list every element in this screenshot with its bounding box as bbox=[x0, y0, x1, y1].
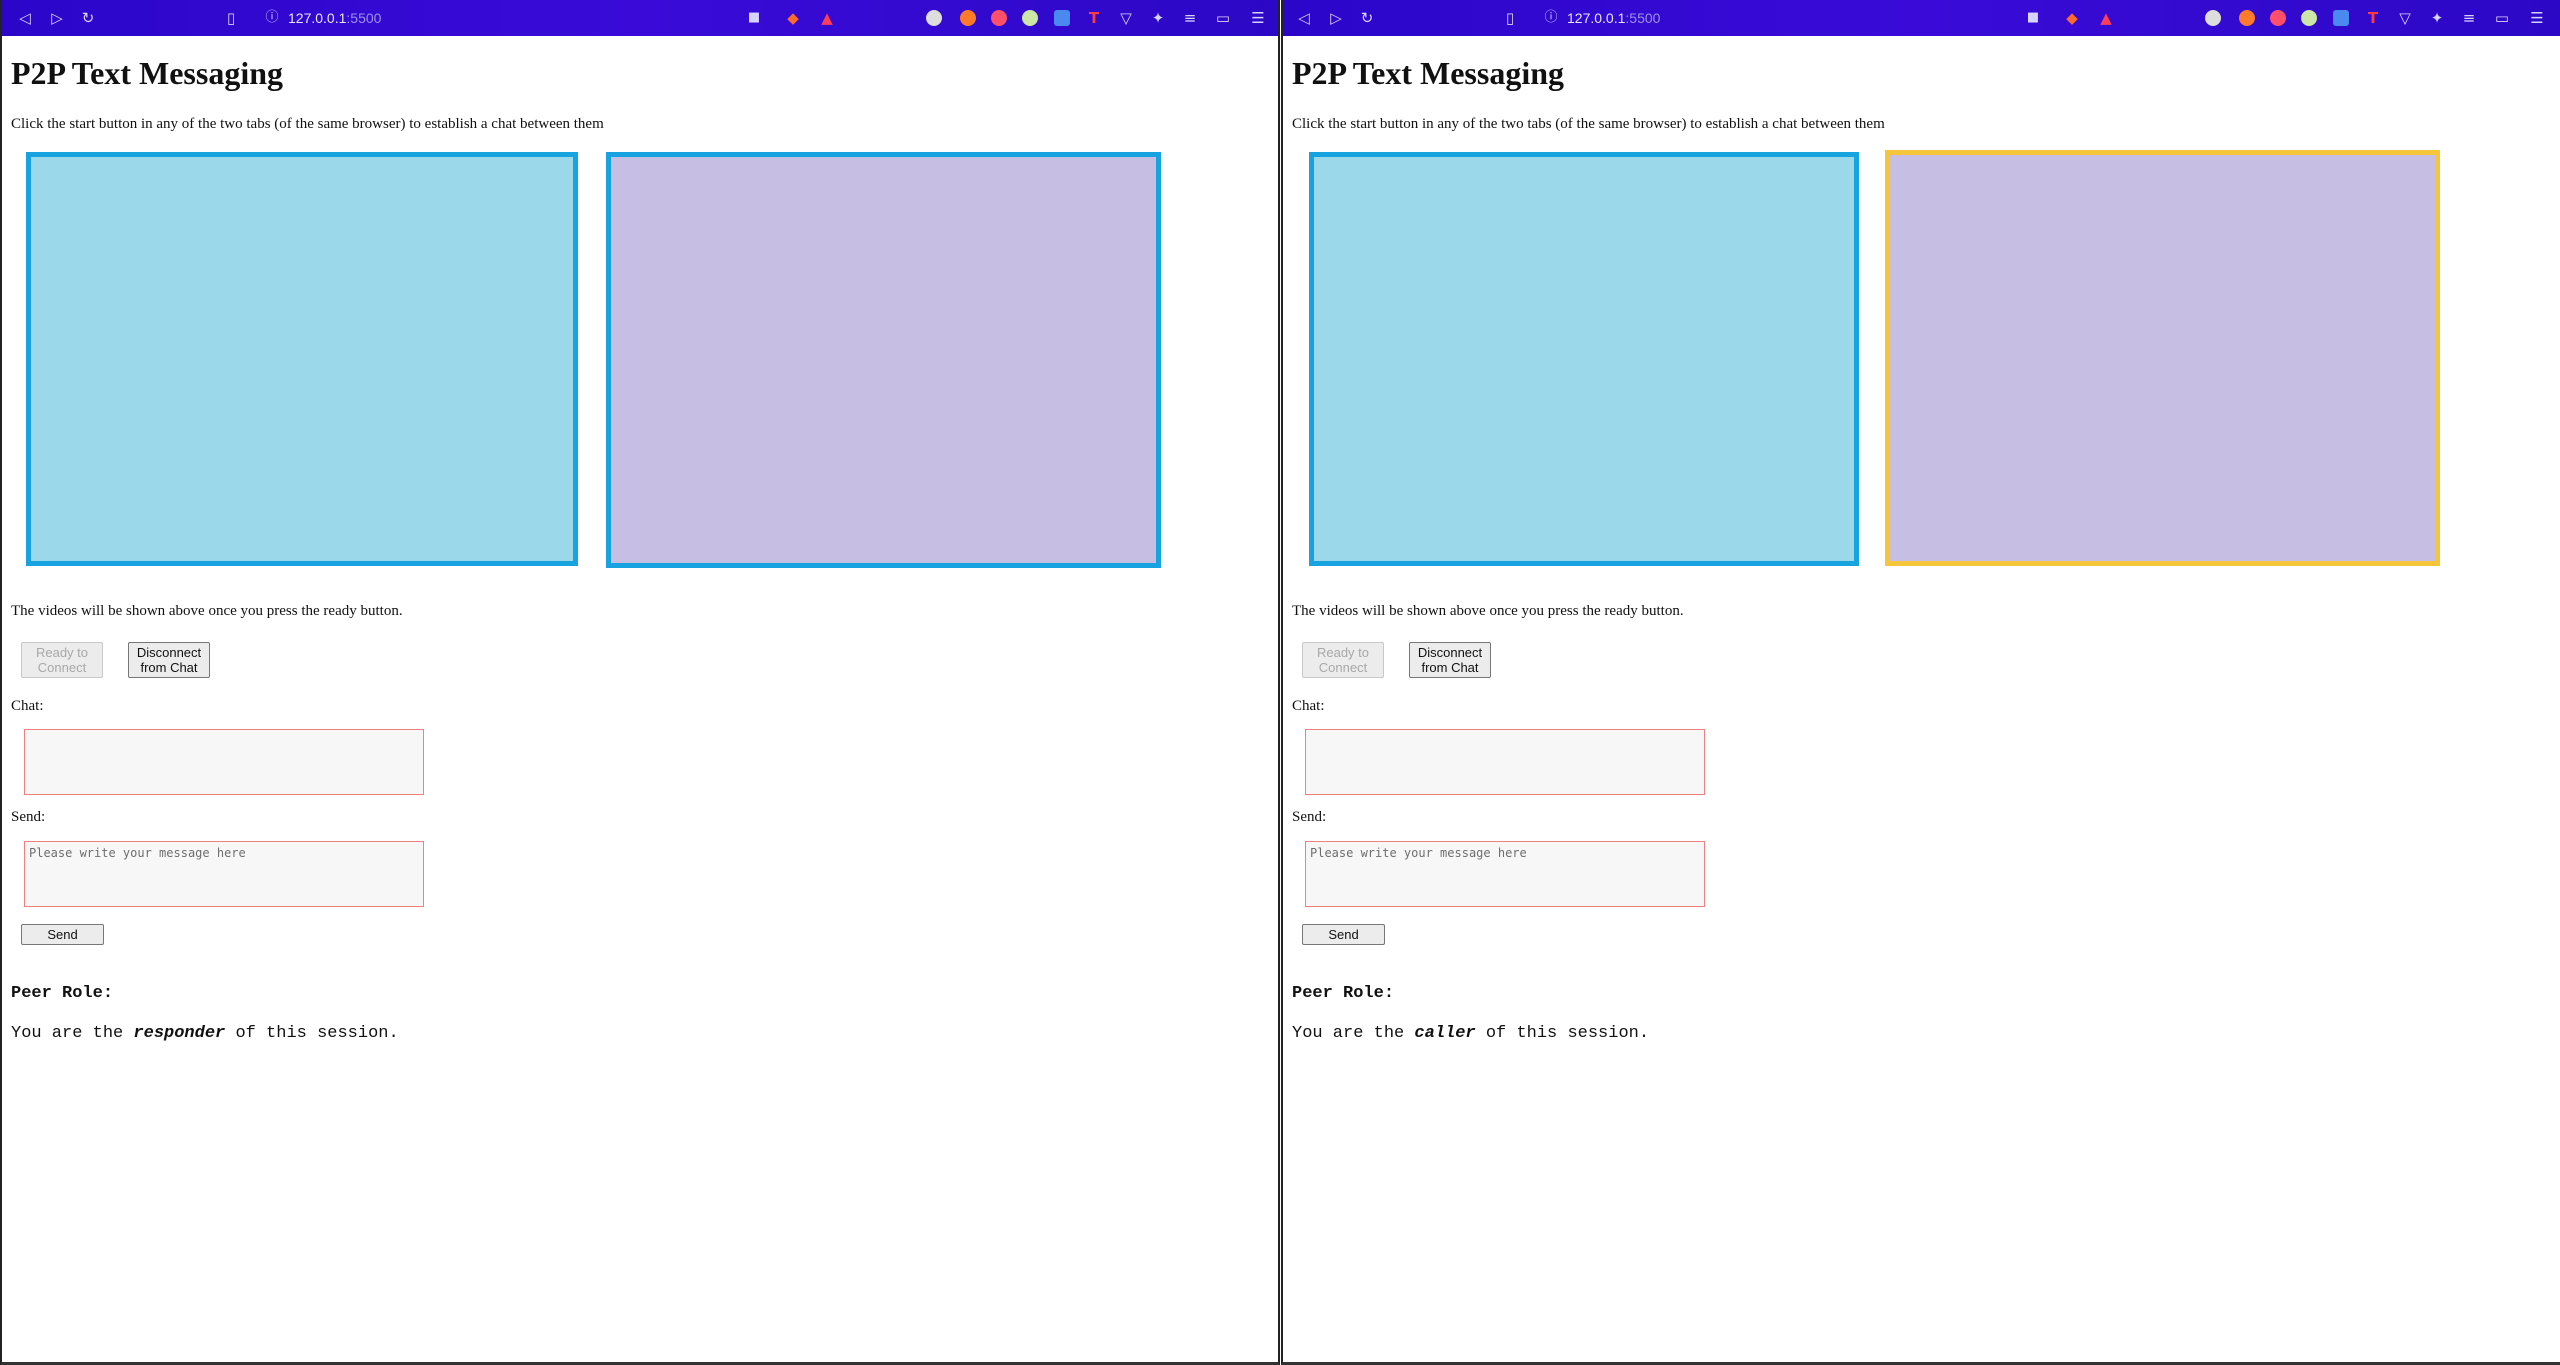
browser-window-left: ◁ ▷ ↻ ▯ ⓘ 127.0.0.1:5500 ■ ◆ ▲ T ▽ ✦ ≡ ▭… bbox=[0, 0, 1280, 1365]
url-port: :5500 bbox=[346, 10, 382, 26]
browser-window-right: ◁ ▷ ↻ ▯ ⓘ 127.0.0.1:5500 ■ ◆ ▲ T ▽ ✦ ≡ ▭… bbox=[1281, 0, 2560, 1365]
brave-rewards-icon[interactable]: ▲ bbox=[2097, 9, 2115, 27]
extension-icon-tp[interactable]: T bbox=[2364, 9, 2382, 27]
wallet-icon[interactable]: ▭ bbox=[1214, 9, 1232, 27]
site-info-icon[interactable]: ⓘ bbox=[1542, 9, 1560, 27]
videos-note: The videos will be shown above once you … bbox=[1292, 603, 1684, 619]
reload-icon[interactable]: ↻ bbox=[79, 9, 97, 27]
chat-area[interactable] bbox=[24, 729, 424, 795]
remote-video bbox=[606, 152, 1161, 568]
peer-role-heading: Peer Role: bbox=[11, 984, 114, 1003]
url-host: 127.0.0.1 bbox=[288, 10, 347, 26]
bookmark-icon[interactable]: ▯ bbox=[222, 9, 240, 27]
translate-icon[interactable] bbox=[1054, 10, 1070, 26]
disconnect-label-line1: Disconnect bbox=[136, 645, 202, 660]
address-bar[interactable]: 127.0.0.1:5500 bbox=[288, 9, 381, 27]
camera-icon[interactable]: ■ bbox=[745, 9, 763, 27]
reload-icon[interactable]: ↻ bbox=[1358, 9, 1376, 27]
send-button[interactable]: Send bbox=[1302, 924, 1385, 945]
role-suffix: of this session. bbox=[1475, 1024, 1650, 1043]
page-title: P2P Text Messaging bbox=[11, 55, 284, 91]
chat-label: Chat: bbox=[1292, 698, 1325, 714]
page-content: P2P Text Messaging Click the start butto… bbox=[1283, 36, 2560, 1362]
extensions-icon[interactable]: ✦ bbox=[1149, 9, 1167, 27]
back-icon[interactable]: ◁ bbox=[16, 9, 34, 27]
reading-list-icon[interactable]: ≡ bbox=[1181, 9, 1199, 27]
remote-video bbox=[1885, 150, 2440, 566]
extension-icon-3[interactable] bbox=[2270, 10, 2286, 26]
page-content: P2P Text Messaging Click the start butto… bbox=[2, 36, 1278, 1362]
extension-icon-tp[interactable]: T bbox=[1085, 9, 1103, 27]
peer-role-text: You are the caller of this session. bbox=[1292, 1024, 1649, 1043]
vue-devtools-icon[interactable]: ▽ bbox=[1117, 9, 1135, 27]
send-button[interactable]: Send bbox=[21, 924, 104, 945]
extensions-icon[interactable]: ✦ bbox=[2428, 9, 2446, 27]
ready-label-line1: Ready to bbox=[35, 645, 89, 660]
message-input[interactable] bbox=[1305, 841, 1705, 907]
camera-icon[interactable]: ■ bbox=[2024, 9, 2042, 27]
ready-label-line1: Ready to bbox=[1316, 645, 1370, 660]
peer-role-heading: Peer Role: bbox=[1292, 984, 1395, 1003]
browser-toolbar: ◁ ▷ ↻ ▯ ⓘ 127.0.0.1:5500 ■ ◆ ▲ T ▽ ✦ ≡ ▭… bbox=[2, 0, 1278, 36]
menu-icon[interactable]: ☰ bbox=[2528, 9, 2546, 27]
ready-label-line2: Connect bbox=[1318, 660, 1368, 675]
extension-icon-4[interactable] bbox=[1022, 10, 1038, 26]
brave-shield-icon[interactable]: ◆ bbox=[784, 9, 802, 27]
ready-to-connect-button[interactable]: Ready to Connect bbox=[21, 642, 103, 678]
extension-icon-1[interactable] bbox=[926, 10, 942, 26]
chat-area[interactable] bbox=[1305, 729, 1705, 795]
send-label: Send: bbox=[11, 809, 46, 825]
role-prefix: You are the bbox=[1292, 1024, 1415, 1043]
wallet-icon[interactable]: ▭ bbox=[2493, 9, 2511, 27]
reading-list-icon[interactable]: ≡ bbox=[2460, 9, 2478, 27]
translate-icon[interactable] bbox=[2333, 10, 2349, 26]
extension-icon-2[interactable] bbox=[960, 10, 976, 26]
extension-icon-2[interactable] bbox=[2239, 10, 2255, 26]
vue-devtools-icon[interactable]: ▽ bbox=[2396, 9, 2414, 27]
address-bar[interactable]: 127.0.0.1:5500 bbox=[1567, 9, 1660, 27]
role-suffix: of this session. bbox=[225, 1024, 399, 1043]
extension-icon-1[interactable] bbox=[2205, 10, 2221, 26]
local-video bbox=[1309, 152, 1859, 566]
page-title: P2P Text Messaging bbox=[1292, 55, 1565, 91]
url-port: :5500 bbox=[1625, 10, 1661, 26]
local-video bbox=[26, 152, 578, 566]
menu-icon[interactable]: ☰ bbox=[1249, 9, 1267, 27]
browser-toolbar: ◁ ▷ ↻ ▯ ⓘ 127.0.0.1:5500 ■ ◆ ▲ T ▽ ✦ ≡ ▭… bbox=[1283, 0, 2560, 36]
videos-note: The videos will be shown above once you … bbox=[11, 603, 403, 619]
message-input[interactable] bbox=[24, 841, 424, 907]
disconnect-button[interactable]: Disconnect from Chat bbox=[128, 642, 210, 678]
forward-icon[interactable]: ▷ bbox=[1327, 9, 1345, 27]
brave-shield-icon[interactable]: ◆ bbox=[2063, 9, 2081, 27]
role-value: caller bbox=[1414, 1024, 1476, 1043]
chat-label: Chat: bbox=[11, 698, 44, 714]
ready-to-connect-button[interactable]: Ready to Connect bbox=[1302, 642, 1384, 678]
disconnect-label-line2: from Chat bbox=[140, 660, 198, 675]
intro-text: Click the start button in any of the two… bbox=[11, 116, 604, 132]
ready-label-line2: Connect bbox=[37, 660, 87, 675]
extension-icon-4[interactable] bbox=[2301, 10, 2317, 26]
intro-text: Click the start button in any of the two… bbox=[1292, 116, 1885, 132]
disconnect-label-line1: Disconnect bbox=[1417, 645, 1483, 660]
forward-icon[interactable]: ▷ bbox=[48, 9, 66, 27]
disconnect-label-line2: from Chat bbox=[1421, 660, 1479, 675]
bookmark-icon[interactable]: ▯ bbox=[1501, 9, 1519, 27]
disconnect-button[interactable]: Disconnect from Chat bbox=[1409, 642, 1491, 678]
send-label: Send: bbox=[1292, 809, 1327, 825]
extension-icon-3[interactable] bbox=[991, 10, 1007, 26]
brave-rewards-icon[interactable]: ▲ bbox=[818, 9, 836, 27]
peer-role-text: You are the responder of this session. bbox=[11, 1024, 399, 1043]
url-host: 127.0.0.1 bbox=[1567, 10, 1626, 26]
back-icon[interactable]: ◁ bbox=[1295, 9, 1313, 27]
role-prefix: You are the bbox=[11, 1024, 134, 1043]
site-info-icon[interactable]: ⓘ bbox=[263, 9, 281, 27]
role-value: responder bbox=[133, 1024, 226, 1043]
